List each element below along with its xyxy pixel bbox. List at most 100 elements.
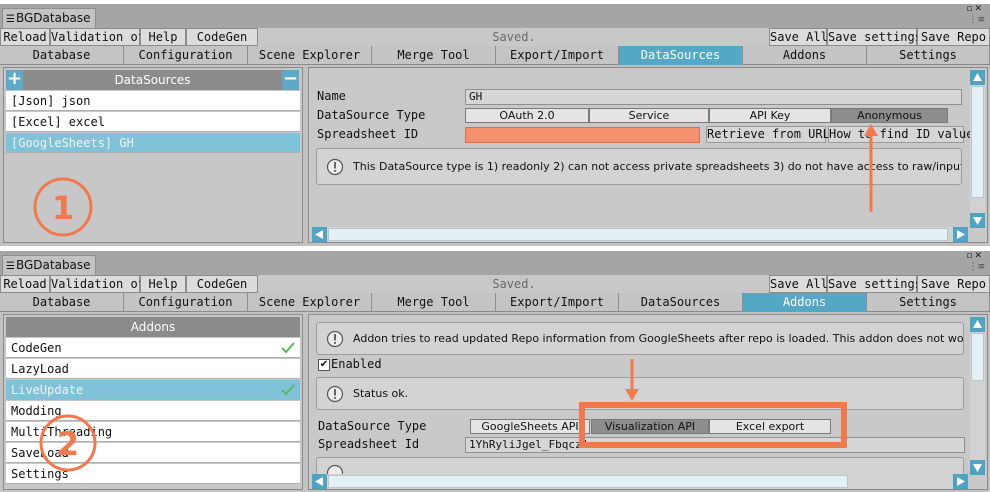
save-all-button[interactable]: Save All xyxy=(769,28,828,46)
tab-database[interactable]: Database xyxy=(0,293,124,312)
save-repo-button[interactable]: Save Repo xyxy=(917,275,990,293)
window-title-tab[interactable]: ☰BGDatabase xyxy=(2,255,96,275)
list-item[interactable]: [Json] json xyxy=(6,91,300,111)
datasource-details-panel: Name GH DataSource Type OAuth 2.0 Servic… xyxy=(308,67,988,243)
annotation-highlight-box xyxy=(579,402,847,448)
toolbar: Reload Validation off Help CodeGen Saved… xyxy=(0,28,990,46)
info-icon xyxy=(326,385,344,403)
datasource-type-label: DataSource Type xyxy=(318,419,427,433)
window-options-icon[interactable]: ⋮≡ xyxy=(968,263,985,272)
spreadsheet-id-field[interactable] xyxy=(465,127,700,143)
hscroll-thumb[interactable] xyxy=(328,475,848,488)
type-option-oauth[interactable]: OAuth 2.0 xyxy=(465,108,589,123)
scroll-down-arrow[interactable] xyxy=(970,213,985,228)
list-item-selected[interactable]: LiveUpdate xyxy=(6,380,300,400)
arrow-up-icon xyxy=(973,73,982,81)
scroll-thumb[interactable] xyxy=(971,333,984,381)
scroll-right-arrow[interactable] xyxy=(953,474,968,489)
annotation-number: 2 xyxy=(57,425,79,463)
window-menu-icon: ☰ xyxy=(6,261,15,272)
list-item[interactable]: LazyLoad xyxy=(6,359,300,379)
window-title: BGDatabase xyxy=(15,11,91,25)
vertical-scrollbar[interactable] xyxy=(970,70,985,228)
validation-button[interactable]: Validation off xyxy=(50,28,152,46)
arrow-right-icon xyxy=(957,477,965,486)
tab-configuration[interactable]: Configuration xyxy=(124,293,248,312)
enabled-checkbox[interactable]: ✔ xyxy=(318,359,330,371)
info-icon xyxy=(326,330,344,348)
annotation-number: 1 xyxy=(52,189,74,227)
tab-scene-explorer[interactable]: Scene Explorer xyxy=(248,46,372,65)
tab-settings[interactable]: Settings xyxy=(867,293,990,312)
type-option-anonymous[interactable]: Anonymous xyxy=(831,108,948,123)
tab-merge-tool[interactable]: Merge Tool xyxy=(372,46,496,65)
save-all-button[interactable]: Save All xyxy=(769,275,828,293)
maximize-close-icons[interactable]: ▫✕ xyxy=(966,5,984,14)
tab-export-import[interactable]: Export/Import xyxy=(496,46,619,65)
tab-export-import[interactable]: Export/Import xyxy=(496,293,619,312)
list-item[interactable]: [Excel] excel xyxy=(6,112,300,132)
scroll-thumb[interactable] xyxy=(971,86,984,198)
maximize-close-icons[interactable]: ▫✕ xyxy=(966,252,984,261)
save-settings-button[interactable]: Save settings xyxy=(827,275,922,293)
codegen-button[interactable]: CodeGen xyxy=(186,275,258,293)
list-item-selected[interactable]: [GoogleSheets] GH xyxy=(6,133,300,153)
arrow-up-icon xyxy=(973,320,982,328)
status-text: Status ok. xyxy=(353,387,409,400)
annotation-arrow-up xyxy=(864,124,878,212)
tab-settings[interactable]: Settings xyxy=(867,46,990,65)
window-title-tab[interactable]: ☰BGDatabase xyxy=(2,8,96,28)
toolbar: Reload Validation off Help CodeGen Saved… xyxy=(0,275,990,293)
horizontal-scrollbar[interactable] xyxy=(312,474,968,489)
scroll-down-arrow[interactable] xyxy=(970,460,985,475)
scroll-right-arrow[interactable] xyxy=(953,227,968,242)
spreadsheet-id-label: Spreadsheet Id xyxy=(318,437,420,451)
list-header: Addons xyxy=(6,317,300,337)
tab-database[interactable]: Database xyxy=(0,46,124,65)
window-options-icon[interactable]: ⋮≡ xyxy=(968,16,985,25)
scroll-left-arrow[interactable] xyxy=(312,227,327,242)
tab-configuration[interactable]: Configuration xyxy=(124,46,248,65)
tab-scene-explorer[interactable]: Scene Explorer xyxy=(248,293,372,312)
name-field[interactable]: GH xyxy=(465,89,962,105)
tab-datasources[interactable]: DataSources xyxy=(619,293,743,312)
arrow-down-icon xyxy=(973,217,982,225)
arrow-down-icon xyxy=(973,464,982,472)
datasource-type-label: DataSource Type xyxy=(317,108,426,122)
scroll-up-arrow[interactable] xyxy=(970,317,985,332)
scroll-left-arrow[interactable] xyxy=(312,474,327,489)
save-settings-button[interactable]: Save settings xyxy=(827,28,922,46)
retrieve-from-url-button[interactable]: Retrieve from URL xyxy=(706,126,830,143)
list-item[interactable]: CodeGen xyxy=(6,338,300,358)
tab-merge-tool[interactable]: Merge Tool xyxy=(372,293,496,312)
info-icon xyxy=(326,158,344,176)
hscroll-thumb[interactable] xyxy=(328,228,948,241)
vertical-scrollbar[interactable] xyxy=(970,317,985,475)
reload-button[interactable]: Reload xyxy=(0,275,50,293)
how-to-find-id-button[interactable]: How to find ID value? xyxy=(828,126,981,143)
tab-addons[interactable]: Addons xyxy=(743,46,867,65)
remove-datasource-button[interactable]: − xyxy=(282,70,299,90)
help-button[interactable]: Help xyxy=(140,275,186,293)
tab-addons[interactable]: Addons xyxy=(743,293,867,312)
validation-button[interactable]: Validation off xyxy=(50,275,152,293)
list-header: DataSources xyxy=(23,70,282,90)
type-option-googlesheets-api[interactable]: GoogleSheets API xyxy=(470,419,590,434)
tab-datasources[interactable]: DataSources xyxy=(619,46,743,65)
save-repo-button[interactable]: Save Repo xyxy=(917,28,990,46)
type-option-api-key[interactable]: API Key xyxy=(709,108,831,123)
main-tabs: Database Configuration Scene Explorer Me… xyxy=(0,46,990,65)
annotation-circle-2: 2 xyxy=(39,414,97,472)
reload-button[interactable]: Reload xyxy=(0,28,50,46)
arrow-left-icon xyxy=(315,477,323,486)
add-datasource-button[interactable]: + xyxy=(6,70,23,90)
horizontal-scrollbar[interactable] xyxy=(312,227,968,242)
help-button[interactable]: Help xyxy=(140,28,186,46)
list-item-label: CodeGen xyxy=(11,341,62,355)
scroll-up-arrow[interactable] xyxy=(970,70,985,85)
type-option-service[interactable]: Service xyxy=(589,108,709,123)
codegen-button[interactable]: CodeGen xyxy=(186,28,258,46)
addon-info-box: Addon tries to read updated Repo informa… xyxy=(316,322,964,355)
bgdatabase-window-addons: ☰BGDatabase ▫✕ ⋮≡ Reload Validation off … xyxy=(0,251,990,492)
arrow-left-icon xyxy=(315,230,323,239)
